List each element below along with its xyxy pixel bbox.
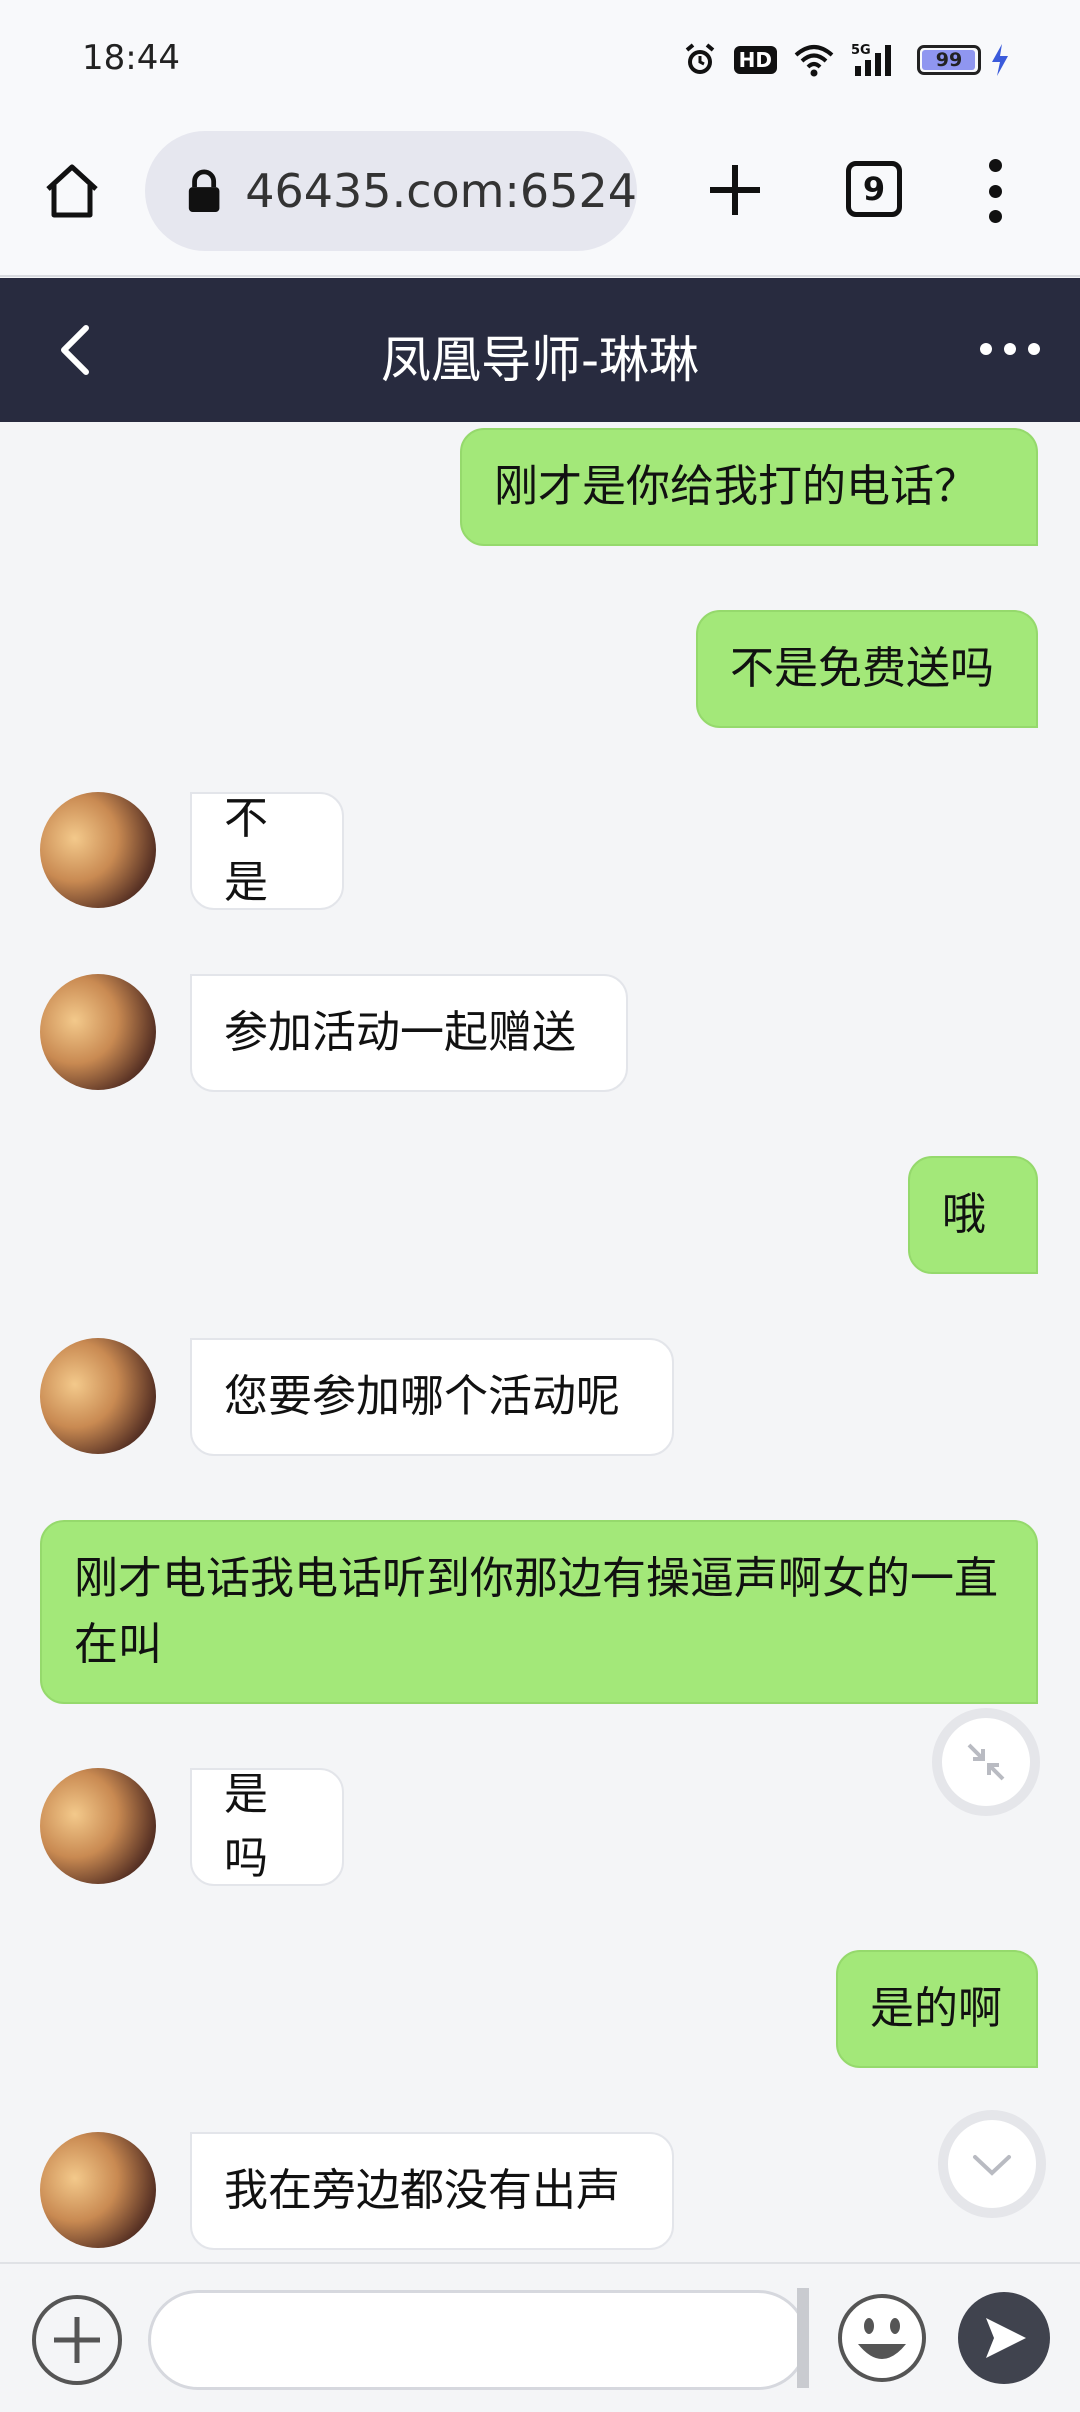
collapse-button[interactable]	[932, 1708, 1040, 1816]
outgoing-message[interactable]: 刚才电话我电话听到你那边有操逼声啊女的一直在叫	[40, 1520, 1038, 1704]
network-label: 5G	[851, 43, 871, 58]
charging-icon	[990, 42, 1010, 78]
hd-icon: HD	[733, 46, 777, 74]
url-text: 46435.com:6524	[245, 164, 637, 218]
signal-5g-icon: 5G	[851, 42, 901, 78]
chat-more-button[interactable]	[980, 334, 1040, 364]
battery-level: 99	[935, 49, 963, 71]
input-bar	[0, 2262, 1080, 2412]
avatar[interactable]	[40, 1338, 156, 1454]
battery-icon: 99	[917, 45, 981, 75]
send-icon	[986, 2318, 1026, 2358]
address-bar[interactable]: 46435.com:6524	[145, 131, 637, 251]
status-time: 18:44	[82, 38, 180, 78]
avatar[interactable]	[40, 792, 156, 908]
incoming-message[interactable]: 我在旁边都没有出声	[190, 2132, 674, 2250]
add-button[interactable]	[32, 2295, 122, 2385]
status-bar: 18:44 HD 5G 99	[0, 0, 1080, 125]
alarm-icon	[682, 42, 718, 78]
message-list[interactable]: 刚才是你给我打的电话？ 不是免费送吗 不是 参加活动一起赠送 哦 您要参加哪个活…	[0, 422, 1080, 2262]
scroll-down-button[interactable]	[938, 2110, 1046, 2218]
outgoing-message[interactable]: 不是免费送吗	[696, 610, 1038, 728]
browser-menu-button[interactable]	[975, 153, 1015, 229]
tabs-button[interactable]: 9	[846, 161, 902, 217]
incoming-message[interactable]: 不是	[190, 792, 344, 910]
emoji-button[interactable]	[836, 2292, 928, 2384]
new-tab-button[interactable]	[700, 155, 770, 225]
avatar[interactable]	[40, 1768, 156, 1884]
scroll-down-icon	[973, 2155, 1011, 2176]
outgoing-message[interactable]: 刚才是你给我打的电话？	[460, 428, 1038, 546]
avatar[interactable]	[40, 974, 156, 1090]
chat-title: 凤凰导师-琳琳	[380, 331, 700, 389]
incoming-message[interactable]: 参加活动一起赠送	[190, 974, 628, 1092]
avatar[interactable]	[40, 2132, 156, 2248]
input-scrollbar	[797, 2288, 809, 2388]
send-button[interactable]	[958, 2292, 1050, 2384]
lock-icon	[188, 169, 220, 213]
status-icons: HD 5G 99	[682, 40, 1010, 80]
incoming-message[interactable]: 是吗	[190, 1768, 344, 1886]
wifi-icon	[793, 43, 835, 77]
incoming-message[interactable]: 您要参加哪个活动呢	[190, 1338, 674, 1456]
add-icon	[54, 2317, 100, 2363]
message-input[interactable]	[148, 2290, 808, 2390]
collapse-icon	[967, 1743, 1005, 1781]
plus-icon	[710, 165, 760, 215]
browser-toolbar: 46435.com:6524 9	[0, 125, 1080, 277]
chat-header: 凤凰导师-琳琳	[0, 278, 1080, 422]
home-button[interactable]	[40, 159, 104, 223]
home-icon	[46, 164, 98, 218]
outgoing-message[interactable]: 哦	[908, 1156, 1038, 1274]
more-horizontal-icon	[980, 343, 992, 355]
emoji-icon	[838, 2294, 926, 2382]
outgoing-message[interactable]: 是的啊	[836, 1950, 1038, 2068]
more-vert-icon	[988, 159, 1002, 172]
